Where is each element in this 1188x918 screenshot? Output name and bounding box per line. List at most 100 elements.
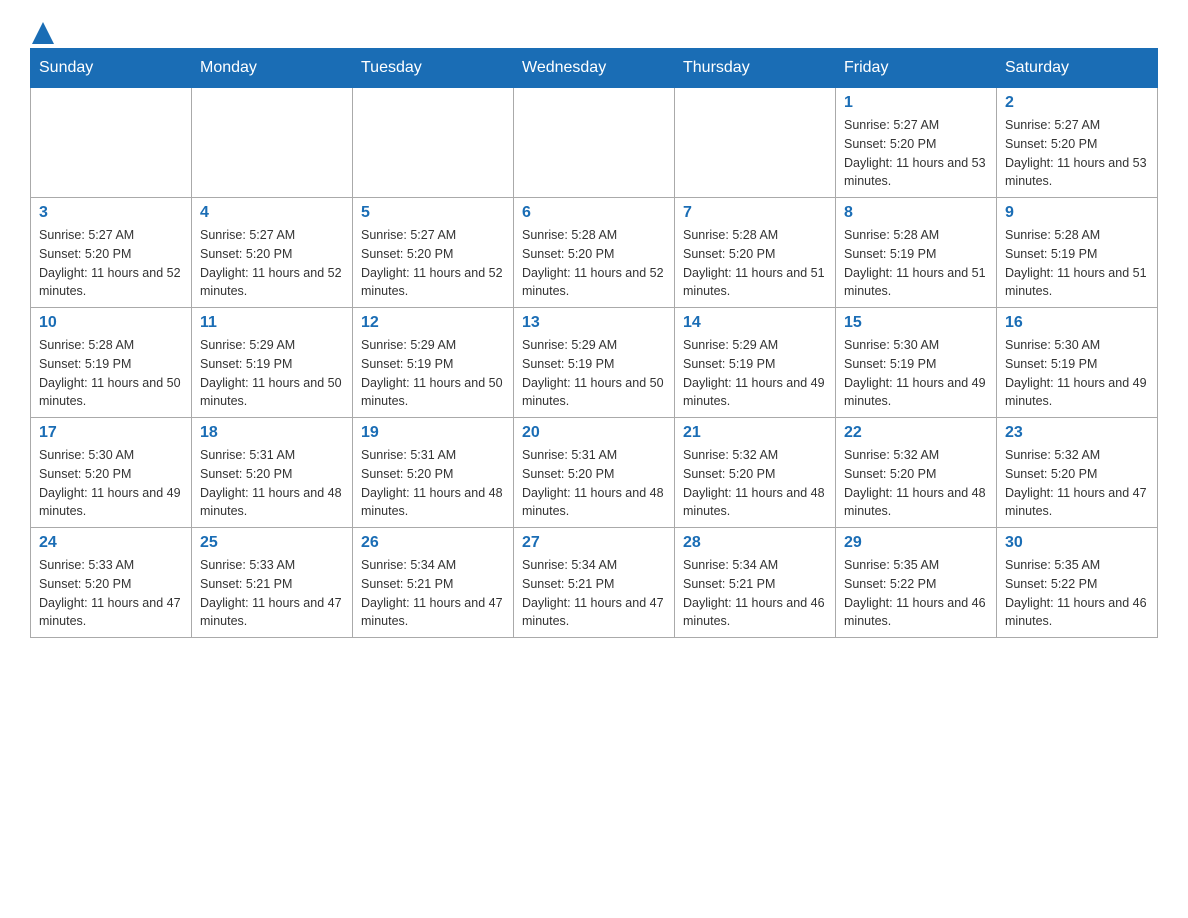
calendar-day-cell [675, 88, 836, 198]
day-number: 1 [844, 94, 988, 112]
day-number: 26 [361, 534, 505, 552]
day-info: Sunrise: 5:28 AMSunset: 5:19 PMDaylight:… [844, 226, 988, 301]
calendar-day-cell: 17 Sunrise: 5:30 AMSunset: 5:20 PMDayligh… [31, 418, 192, 528]
day-number: 5 [361, 204, 505, 222]
day-number: 24 [39, 534, 183, 552]
day-number: 20 [522, 424, 666, 442]
day-info: Sunrise: 5:35 AMSunset: 5:22 PMDaylight:… [844, 556, 988, 631]
calendar-week-row: 24 Sunrise: 5:33 AMSunset: 5:20 PMDayligh… [31, 528, 1158, 638]
calendar-day-cell: 10 Sunrise: 5:28 AMSunset: 5:19 PMDayligh… [31, 308, 192, 418]
weekday-header-saturday: Saturday [997, 49, 1158, 88]
calendar-week-row: 3 Sunrise: 5:27 AMSunset: 5:20 PMDaylight… [31, 198, 1158, 308]
calendar-day-cell [192, 88, 353, 198]
weekday-header-sunday: Sunday [31, 49, 192, 88]
day-info: Sunrise: 5:29 AMSunset: 5:19 PMDaylight:… [683, 336, 827, 411]
day-info: Sunrise: 5:28 AMSunset: 5:20 PMDaylight:… [522, 226, 666, 301]
day-number: 14 [683, 314, 827, 332]
day-number: 10 [39, 314, 183, 332]
day-info: Sunrise: 5:34 AMSunset: 5:21 PMDaylight:… [522, 556, 666, 631]
calendar-day-cell: 12 Sunrise: 5:29 AMSunset: 5:19 PMDayligh… [353, 308, 514, 418]
calendar-day-cell: 23 Sunrise: 5:32 AMSunset: 5:20 PMDayligh… [997, 418, 1158, 528]
day-number: 3 [39, 204, 183, 222]
calendar-day-cell: 16Sunrise: 5:30 AMSunset: 5:19 PMDayligh… [997, 308, 1158, 418]
page-header [30, 20, 1158, 38]
day-number: 23 [1005, 424, 1149, 442]
day-number: 30 [1005, 534, 1149, 552]
day-info: Sunrise: 5:32 AMSunset: 5:20 PMDaylight:… [683, 446, 827, 521]
day-number: 28 [683, 534, 827, 552]
calendar-day-cell: 20Sunrise: 5:31 AMSunset: 5:20 PMDayligh… [514, 418, 675, 528]
day-info: Sunrise: 5:27 AMSunset: 5:20 PMDaylight:… [39, 226, 183, 301]
calendar-day-cell: 22Sunrise: 5:32 AMSunset: 5:20 PMDayligh… [836, 418, 997, 528]
calendar-day-cell: 21 Sunrise: 5:32 AMSunset: 5:20 PMDayligh… [675, 418, 836, 528]
day-info: Sunrise: 5:28 AMSunset: 5:19 PMDaylight:… [39, 336, 183, 411]
day-number: 27 [522, 534, 666, 552]
calendar-day-cell [514, 88, 675, 198]
day-number: 7 [683, 204, 827, 222]
calendar-day-cell: 3 Sunrise: 5:27 AMSunset: 5:20 PMDaylight… [31, 198, 192, 308]
calendar-day-cell: 19 Sunrise: 5:31 AMSunset: 5:20 PMDayligh… [353, 418, 514, 528]
calendar-day-cell: 24 Sunrise: 5:33 AMSunset: 5:20 PMDayligh… [31, 528, 192, 638]
day-info: Sunrise: 5:31 AMSunset: 5:20 PMDaylight:… [200, 446, 344, 521]
day-number: 29 [844, 534, 988, 552]
day-info: Sunrise: 5:29 AMSunset: 5:19 PMDaylight:… [200, 336, 344, 411]
calendar-day-cell: 5 Sunrise: 5:27 AMSunset: 5:20 PMDaylight… [353, 198, 514, 308]
calendar-day-cell: 29 Sunrise: 5:35 AMSunset: 5:22 PMDayligh… [836, 528, 997, 638]
day-info: Sunrise: 5:30 AMSunset: 5:19 PMDaylight:… [844, 336, 988, 411]
day-number: 19 [361, 424, 505, 442]
calendar-day-cell: 8 Sunrise: 5:28 AMSunset: 5:19 PMDaylight… [836, 198, 997, 308]
calendar-day-cell: 1 Sunrise: 5:27 AMSunset: 5:20 PMDaylight… [836, 88, 997, 198]
day-number: 22 [844, 424, 988, 442]
calendar-day-cell [353, 88, 514, 198]
day-info: Sunrise: 5:34 AMSunset: 5:21 PMDaylight:… [683, 556, 827, 631]
day-info: Sunrise: 5:35 AMSunset: 5:22 PMDaylight:… [1005, 556, 1149, 631]
day-info: Sunrise: 5:29 AMSunset: 5:19 PMDaylight:… [522, 336, 666, 411]
calendar-day-cell: 6 Sunrise: 5:28 AMSunset: 5:20 PMDaylight… [514, 198, 675, 308]
day-info: Sunrise: 5:27 AMSunset: 5:20 PMDaylight:… [361, 226, 505, 301]
day-number: 6 [522, 204, 666, 222]
calendar-day-cell: 25 Sunrise: 5:33 AMSunset: 5:21 PMDayligh… [192, 528, 353, 638]
calendar-day-cell: 14 Sunrise: 5:29 AMSunset: 5:19 PMDayligh… [675, 308, 836, 418]
calendar-week-row: 10 Sunrise: 5:28 AMSunset: 5:19 PMDayligh… [31, 308, 1158, 418]
calendar-week-row: 1 Sunrise: 5:27 AMSunset: 5:20 PMDaylight… [31, 88, 1158, 198]
logo [30, 20, 54, 38]
day-info: Sunrise: 5:30 AMSunset: 5:19 PMDaylight:… [1005, 336, 1149, 411]
day-number: 15 [844, 314, 988, 332]
day-info: Sunrise: 5:29 AMSunset: 5:19 PMDaylight:… [361, 336, 505, 411]
day-number: 11 [200, 314, 344, 332]
day-number: 9 [1005, 204, 1149, 222]
day-info: Sunrise: 5:32 AMSunset: 5:20 PMDaylight:… [1005, 446, 1149, 521]
calendar-week-row: 17 Sunrise: 5:30 AMSunset: 5:20 PMDayligh… [31, 418, 1158, 528]
calendar-day-cell: 9Sunrise: 5:28 AMSunset: 5:19 PMDaylight… [997, 198, 1158, 308]
day-info: Sunrise: 5:33 AMSunset: 5:20 PMDaylight:… [39, 556, 183, 631]
day-info: Sunrise: 5:31 AMSunset: 5:20 PMDaylight:… [361, 446, 505, 521]
weekday-header-friday: Friday [836, 49, 997, 88]
day-info: Sunrise: 5:28 AMSunset: 5:20 PMDaylight:… [683, 226, 827, 301]
weekday-header-monday: Monday [192, 49, 353, 88]
weekday-header-tuesday: Tuesday [353, 49, 514, 88]
calendar-table: SundayMondayTuesdayWednesdayThursdayFrid… [30, 48, 1158, 638]
day-info: Sunrise: 5:27 AMSunset: 5:20 PMDaylight:… [200, 226, 344, 301]
calendar-day-cell: 13Sunrise: 5:29 AMSunset: 5:19 PMDayligh… [514, 308, 675, 418]
day-info: Sunrise: 5:27 AMSunset: 5:20 PMDaylight:… [844, 116, 988, 191]
calendar-day-cell: 4 Sunrise: 5:27 AMSunset: 5:20 PMDaylight… [192, 198, 353, 308]
calendar-day-cell: 2Sunrise: 5:27 AMSunset: 5:20 PMDaylight… [997, 88, 1158, 198]
day-info: Sunrise: 5:33 AMSunset: 5:21 PMDaylight:… [200, 556, 344, 631]
calendar-day-cell: 28 Sunrise: 5:34 AMSunset: 5:21 PMDayligh… [675, 528, 836, 638]
day-number: 21 [683, 424, 827, 442]
calendar-day-cell: 26 Sunrise: 5:34 AMSunset: 5:21 PMDayligh… [353, 528, 514, 638]
day-number: 12 [361, 314, 505, 332]
calendar-day-cell: 7 Sunrise: 5:28 AMSunset: 5:20 PMDaylight… [675, 198, 836, 308]
day-info: Sunrise: 5:30 AMSunset: 5:20 PMDaylight:… [39, 446, 183, 521]
day-number: 8 [844, 204, 988, 222]
day-number: 4 [200, 204, 344, 222]
day-number: 2 [1005, 94, 1149, 112]
day-info: Sunrise: 5:34 AMSunset: 5:21 PMDaylight:… [361, 556, 505, 631]
calendar-day-cell [31, 88, 192, 198]
day-number: 17 [39, 424, 183, 442]
calendar-day-cell: 30 Sunrise: 5:35 AMSunset: 5:22 PMDayligh… [997, 528, 1158, 638]
calendar-day-cell: 11 Sunrise: 5:29 AMSunset: 5:19 PMDayligh… [192, 308, 353, 418]
logo-flag-icon [32, 22, 54, 44]
day-number: 25 [200, 534, 344, 552]
calendar-day-cell: 15 Sunrise: 5:30 AMSunset: 5:19 PMDayligh… [836, 308, 997, 418]
